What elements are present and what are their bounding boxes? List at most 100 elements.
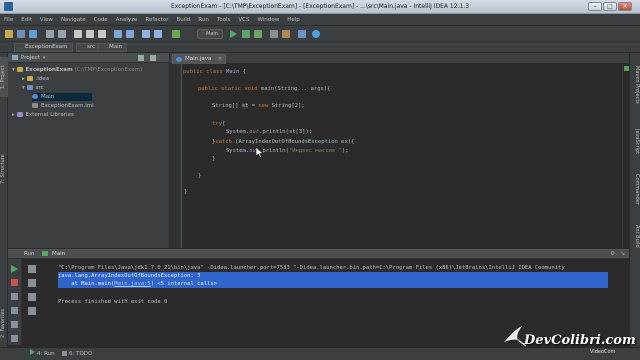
code-editor[interactable]: public class Main { public static void m… — [183, 64, 629, 248]
run-panel-title: Run — [24, 251, 35, 257]
menu-file[interactable]: File — [4, 17, 13, 23]
tree-item-main[interactable]: Main — [32, 93, 92, 101]
project-panel-header: Project ▾ — [8, 53, 169, 63]
chevron-right-icon[interactable]: ▸ — [12, 112, 15, 118]
run-config-icon — [42, 251, 49, 256]
stacktrace-link[interactable]: Main.java:5 — [114, 281, 150, 287]
minimize-button[interactable]: – — [588, 2, 602, 11]
scroll-up-icon[interactable] — [28, 265, 36, 273]
tree-item-project-root[interactable]: ▾ ExceptionExam (C:\TMP\ExceptionExam) — [12, 66, 142, 74]
code-token: "Индекс массив " — [288, 148, 342, 154]
sync-icon[interactable] — [29, 30, 37, 38]
coverage-icon[interactable] — [254, 30, 262, 38]
error-stripe[interactable] — [622, 64, 629, 248]
code-token: main(String... args){ — [257, 86, 331, 92]
chevron-down-icon[interactable]: ▾ — [12, 67, 15, 73]
status-ok-icon — [624, 66, 629, 71]
title-bar: ExceptionExam - [C:\TMP\ExceptionExam] -… — [0, 0, 640, 14]
menu-refactor[interactable]: Refactor — [145, 17, 168, 23]
menu-vcs[interactable]: VCS — [238, 17, 249, 23]
tree-item-idea[interactable]: ▸ .idea — [22, 75, 49, 83]
tab-main-java[interactable]: Main.java × — [172, 54, 227, 64]
structure-tool-tab[interactable]: 7: Structure — [0, 149, 8, 189]
project-panel-title: Project — [21, 54, 40, 61]
debug-icon[interactable] — [242, 30, 250, 38]
help-icon[interactable] — [312, 30, 320, 38]
find-icon[interactable] — [114, 30, 122, 38]
editor-gutter[interactable] — [170, 64, 182, 248]
replace-icon[interactable] — [126, 30, 134, 38]
java-class-icon — [32, 94, 38, 99]
menu-help[interactable]: Help — [287, 17, 300, 23]
soft-wrap-icon[interactable] — [11, 307, 18, 314]
breadcrumb-main[interactable]: Main — [98, 43, 128, 52]
watermark-brand: DevColibri.com — [524, 333, 636, 348]
code-token: catch — [215, 139, 232, 145]
maximize-button[interactable]: □ — [603, 2, 617, 11]
code-line-7: System.out.println("Индекс массив "); — [226, 147, 349, 155]
undo-icon[interactable] — [46, 30, 54, 38]
favorites-tool-tab[interactable]: 2: Favorites — [0, 303, 8, 343]
maven-projects-tab[interactable]: Maven Projects — [632, 59, 640, 111]
clear-all-icon[interactable] — [11, 335, 18, 342]
pause-icon[interactable] — [11, 293, 18, 300]
filter-icon[interactable] — [28, 293, 36, 301]
hide-panel-icon[interactable] — [150, 55, 156, 61]
chevron-down-icon[interactable]: ▾ — [22, 85, 25, 91]
paste-icon[interactable] — [98, 30, 106, 38]
commander-tab[interactable]: Commander — [632, 171, 640, 207]
stop-icon[interactable] — [11, 279, 18, 286]
tree-item-external-libraries[interactable]: ▸ External Libraries — [12, 111, 74, 119]
make-project-icon[interactable] — [172, 30, 180, 38]
close-button[interactable]: ✕ — [618, 2, 632, 11]
redo-icon[interactable] — [58, 30, 66, 38]
gear-icon[interactable] — [138, 55, 144, 61]
forward-icon[interactable] — [154, 30, 162, 38]
project-structure-icon[interactable] — [282, 30, 290, 38]
ant-build-tab[interactable]: Ant Build — [632, 219, 640, 253]
menu-window[interactable]: Window — [258, 17, 280, 23]
print-icon[interactable] — [11, 321, 18, 328]
run-config-select[interactable]: Main — [197, 29, 223, 39]
menu-build[interactable]: Build — [176, 17, 190, 23]
breadcrumb-src[interactable]: src — [76, 43, 101, 52]
chevron-down-icon[interactable]: ▾ — [43, 55, 46, 61]
open-folder-icon[interactable] — [5, 30, 13, 38]
mouse-cursor-icon — [256, 147, 264, 158]
menu-analyze[interactable]: Analyze — [116, 17, 138, 23]
run-tab-main[interactable]: Main — [52, 251, 65, 257]
cut-icon[interactable] — [74, 30, 82, 38]
todo-tool-button[interactable]: 6: TODO — [62, 348, 92, 360]
javascript-tab[interactable]: JavaScript — [632, 125, 640, 159]
breadcrumb-project[interactable]: ExceptionExam — [14, 43, 73, 52]
run-icon[interactable] — [230, 30, 237, 38]
project-tool-tab[interactable]: 1: Project — [0, 57, 8, 97]
close-tab-icon[interactable]: × — [218, 55, 223, 64]
menu-view[interactable]: View — [40, 17, 53, 23]
window-title: ExceptionExam - [C:\TMP\ExceptionExam] -… — [170, 3, 470, 10]
sdk-manager-icon[interactable] — [298, 30, 306, 38]
run-tool-button[interactable]: 4: Run — [30, 348, 55, 360]
tree-item-iml[interactable]: ExceptionExam.iml — [32, 102, 94, 110]
settings-icon[interactable] — [270, 30, 278, 38]
chevron-right-icon[interactable]: ▸ — [22, 76, 25, 82]
close-console-icon[interactable] — [28, 307, 36, 315]
code-token: = — [248, 103, 259, 109]
back-icon[interactable] — [142, 30, 150, 38]
code-token: System. — [226, 148, 250, 154]
menu-run[interactable]: Run — [198, 17, 209, 23]
tree-item-src[interactable]: ▾ src — [22, 84, 44, 92]
menu-code[interactable]: Code — [94, 17, 108, 23]
menu-edit[interactable]: Edit — [21, 17, 32, 23]
gear-icon[interactable]: ⚙ — [610, 250, 615, 259]
folder-icon — [16, 67, 23, 72]
rerun-icon[interactable] — [11, 265, 18, 273]
menu-tools[interactable]: Tools — [217, 17, 231, 23]
source-folder-icon — [26, 85, 33, 90]
scroll-down-icon[interactable] — [28, 279, 36, 287]
hide-panel-icon[interactable]: ↘ — [620, 250, 625, 259]
copy-icon[interactable] — [86, 30, 94, 38]
editor-tab-bar: Main.java × — [170, 53, 629, 64]
save-all-icon[interactable] — [17, 30, 25, 38]
menu-navigate[interactable]: Navigate — [61, 17, 86, 23]
